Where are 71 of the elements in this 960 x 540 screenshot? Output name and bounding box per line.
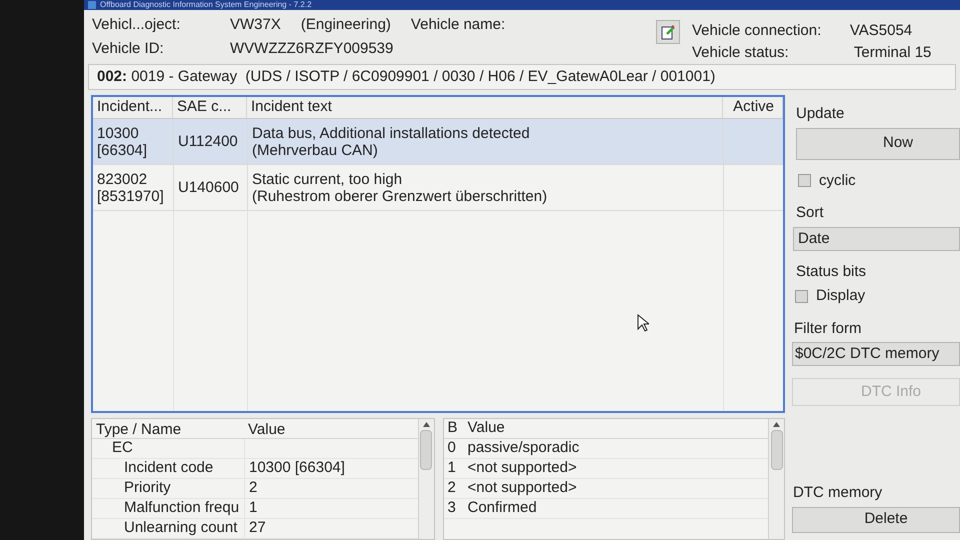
incident-code: 10300 bbox=[97, 124, 140, 142]
checkbox[interactable] bbox=[795, 290, 808, 303]
window-title: Offboard Diagnostic Information System Engineering - 7.2.2 bbox=[100, 1, 312, 10]
incident-row[interactable]: 10300 [66304] U112400 Data bus, Additional installations detected (Mehrverbau CAN) bbox=[93, 119, 783, 165]
incident-text: Static current, too high bbox=[252, 170, 404, 188]
detail-name: Incident code bbox=[124, 459, 214, 476]
sort-dropdown[interactable]: Date bbox=[793, 226, 960, 250]
notepad-pencil-icon bbox=[660, 24, 676, 40]
detail-name: Priority bbox=[124, 479, 171, 496]
bit-number: 3 bbox=[448, 499, 456, 516]
incident-text: Data bus, Additional installations detected bbox=[252, 124, 531, 142]
bit-number: 0 bbox=[448, 439, 456, 456]
field-label: Vehicle ID: bbox=[92, 39, 165, 60]
incident-code: 823002 bbox=[97, 170, 148, 188]
scroll-thumb[interactable] bbox=[770, 430, 782, 470]
section-label: Status bits bbox=[795, 262, 868, 282]
sae-code: U140600 bbox=[178, 179, 239, 196]
column-header: Incident... bbox=[97, 97, 162, 118]
column-header: SAE c... bbox=[177, 97, 232, 118]
field-value: (Engineering) bbox=[300, 15, 391, 36]
section-label: Filter form bbox=[793, 318, 862, 338]
scroll-thumb[interactable] bbox=[420, 430, 432, 470]
filter-dropdown[interactable]: $0C/2C DTC memory bbox=[792, 342, 960, 366]
field-label: Vehicle name: bbox=[410, 15, 506, 36]
scroll-up-icon[interactable] bbox=[422, 422, 430, 427]
now-button[interactable]: Now bbox=[796, 128, 960, 160]
bit-value: <not supported> bbox=[468, 459, 577, 476]
bit-value: <not supported> bbox=[468, 479, 577, 496]
section-label: Update bbox=[795, 104, 846, 124]
section-label: Sort bbox=[795, 203, 825, 223]
scrollbar[interactable] bbox=[768, 419, 784, 539]
column-header: Type / Name bbox=[96, 421, 182, 438]
bit-value: Confirmed bbox=[468, 499, 537, 516]
field-value: Terminal 15 bbox=[852, 43, 932, 64]
bit-value: passive/sporadic bbox=[468, 439, 580, 456]
incident-text: (Mehrverbau CAN) bbox=[252, 142, 379, 158]
column-header: Value bbox=[468, 419, 505, 436]
scrollbar[interactable] bbox=[418, 419, 434, 539]
checkbox-label: cyclic bbox=[819, 170, 856, 190]
field-value: WVWZZZ6RZFY009539 bbox=[230, 39, 394, 60]
detail-name: Unlearning count bbox=[124, 519, 238, 536]
checkbox-label: Display bbox=[816, 286, 866, 306]
app-icon bbox=[88, 1, 96, 10]
detail-value: 10300 [66304] bbox=[249, 458, 345, 478]
column-header: Value bbox=[248, 421, 286, 438]
incident-code: [66304] bbox=[97, 142, 148, 158]
detail-name: EC bbox=[112, 439, 133, 456]
detail-value: 2 bbox=[249, 478, 258, 498]
field-value: VW37X bbox=[230, 15, 281, 36]
section-label: DTC memory bbox=[792, 483, 884, 503]
field-value: VAS5054 bbox=[850, 21, 914, 42]
delete-button[interactable]: Delete bbox=[792, 506, 960, 532]
checkbox[interactable] bbox=[798, 174, 811, 188]
field-label: Vehicle status: bbox=[692, 43, 790, 64]
module-info: 002: 0019 - Gateway (UDS / ISOTP / 6C0909901 / 0030 / H06 / EV_GatewA0Lear / 001001) bbox=[97, 66, 716, 87]
detail-name: Malfunction frequ bbox=[124, 499, 240, 516]
sae-code: U112400 bbox=[178, 133, 238, 150]
incident-text: (Ruhestrom oberer Grenzwert überschritten) bbox=[252, 188, 548, 204]
mouse-pointer-icon bbox=[637, 314, 649, 332]
detail-value: 27 bbox=[249, 518, 266, 538]
column-header: B bbox=[448, 419, 458, 436]
field-label: Vehicl...oject: bbox=[92, 15, 182, 36]
incident-code: [8531970] bbox=[97, 188, 165, 204]
bit-number: 2 bbox=[448, 479, 456, 496]
edit-button[interactable] bbox=[656, 20, 680, 44]
column-header: Active bbox=[733, 97, 774, 118]
field-label: Vehicle connection: bbox=[692, 21, 822, 42]
detail-value: 1 bbox=[249, 498, 258, 518]
column-header: Incident text bbox=[251, 97, 332, 118]
scroll-up-icon[interactable] bbox=[773, 422, 780, 427]
bit-number: 1 bbox=[448, 459, 456, 476]
